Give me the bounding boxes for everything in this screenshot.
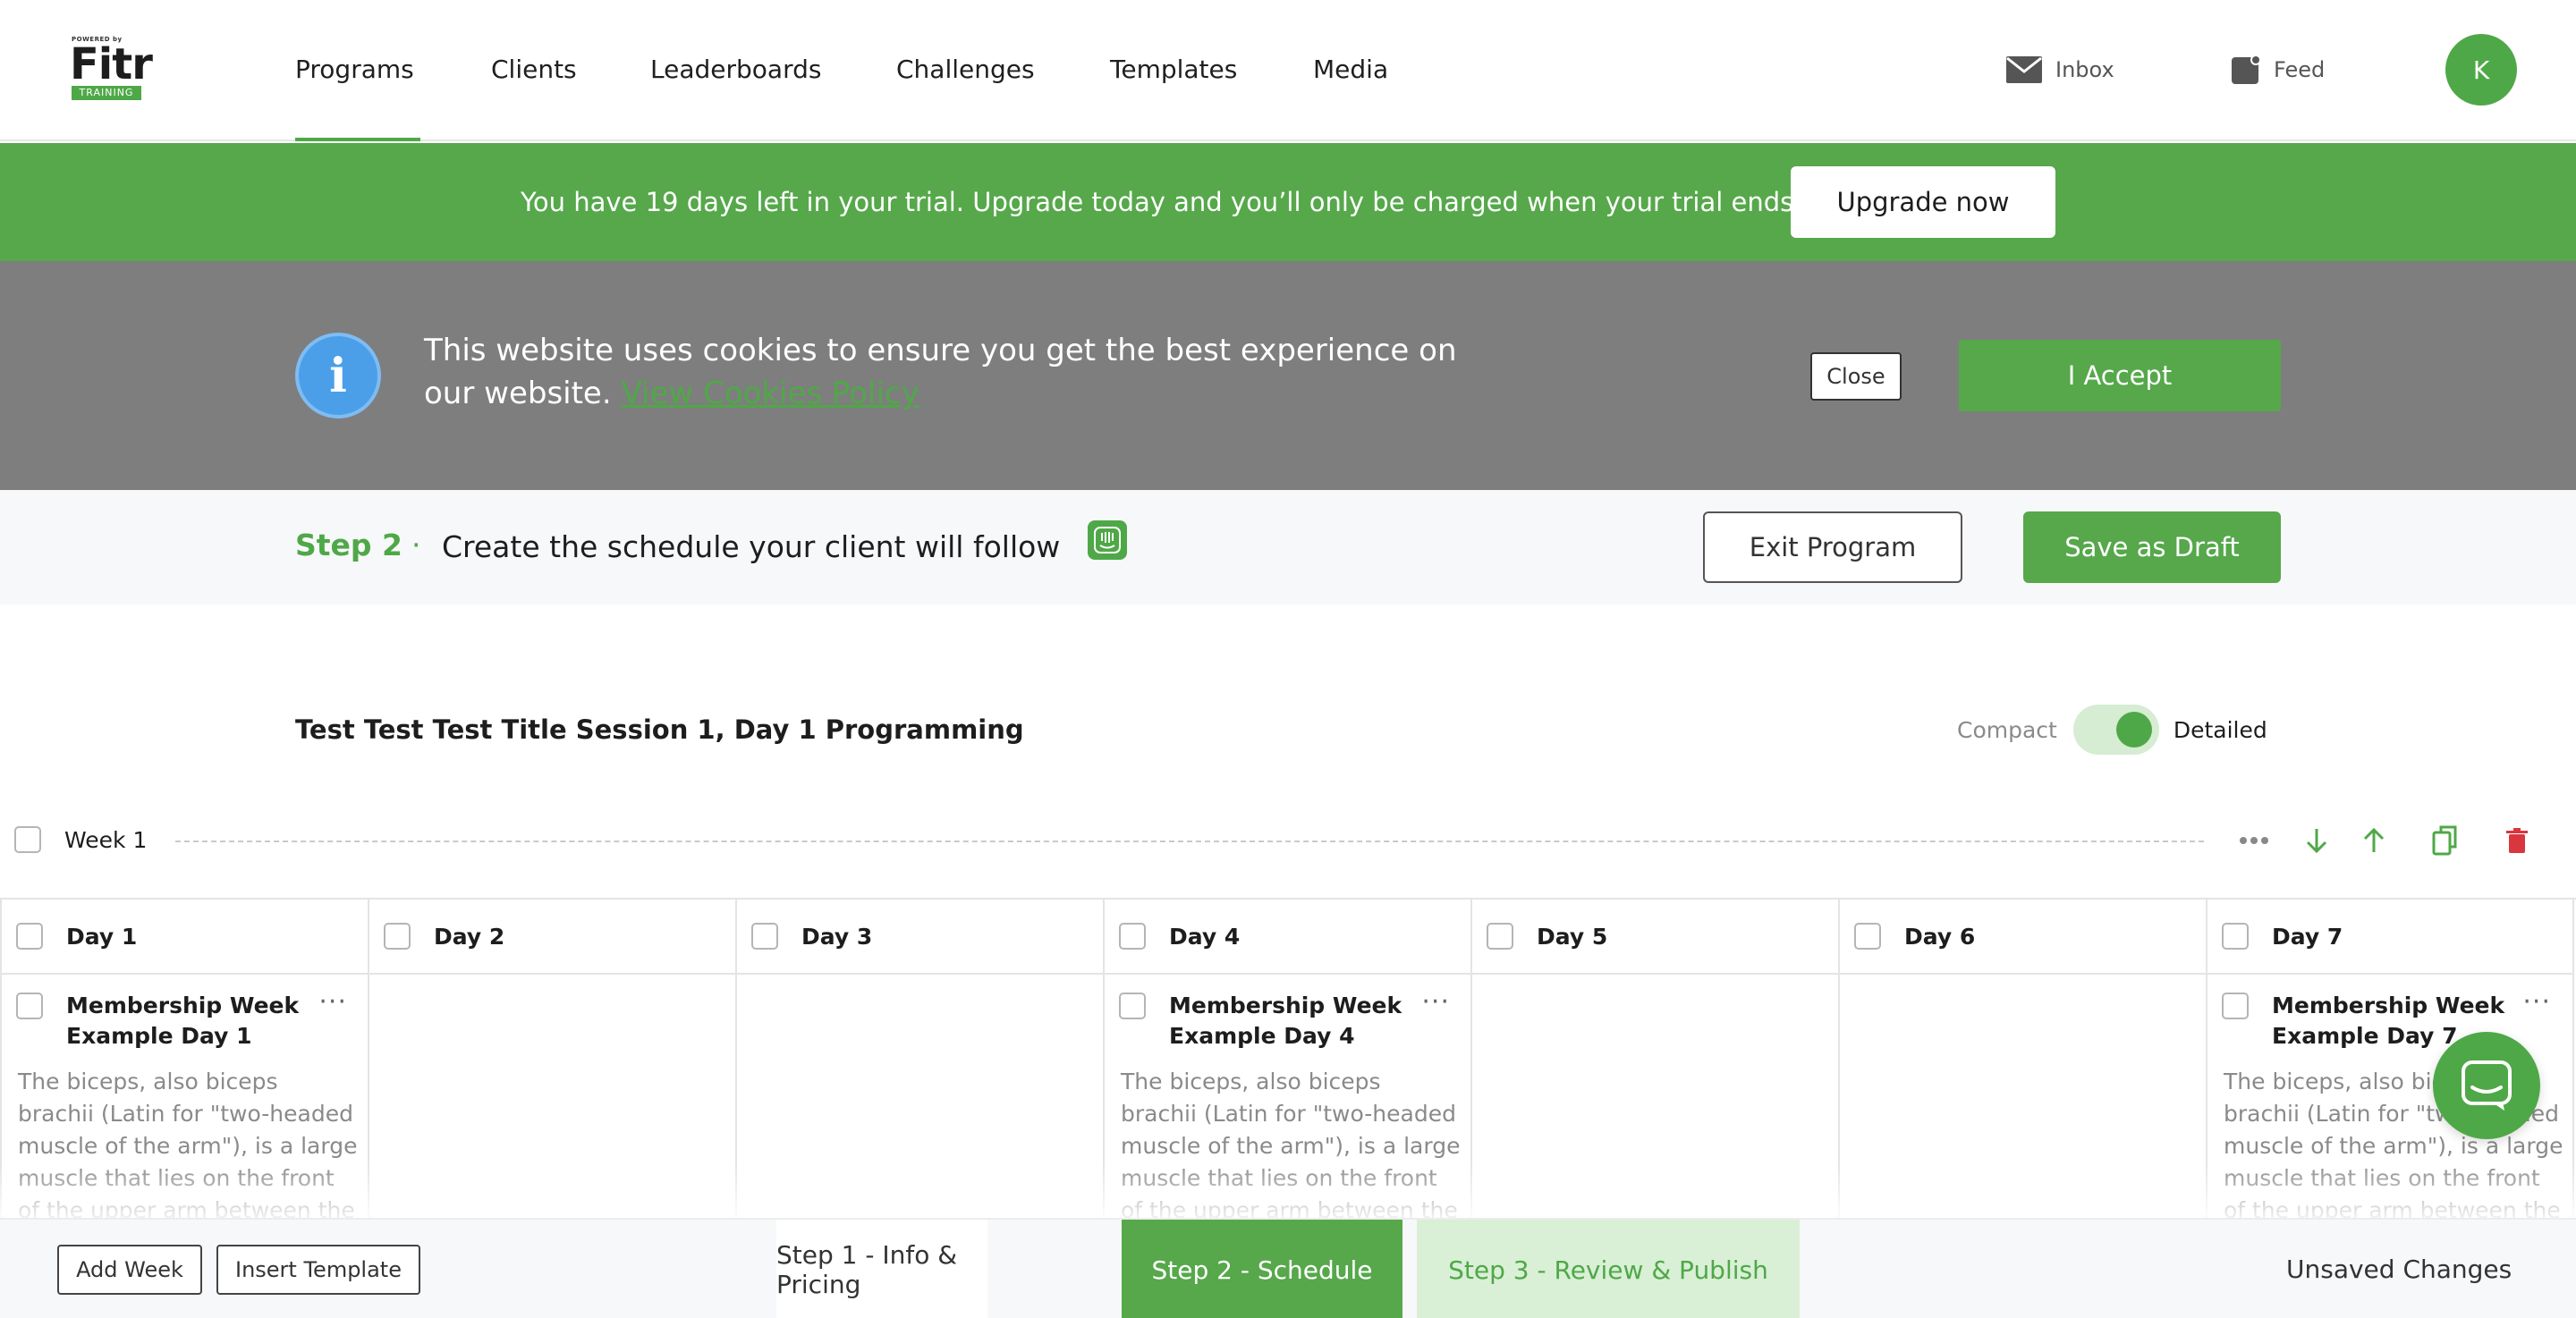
cookie-banner: i This website uses cookies to ensure yo… (0, 261, 2576, 490)
day-label: Day 5 (1537, 924, 1608, 950)
step-tab-info-pricing[interactable]: Step 1 - Info & Pricing (776, 1220, 987, 1318)
session-title: Membership Week Example Day 1 (66, 993, 300, 1049)
day-checkbox[interactable] (1119, 923, 1146, 950)
arrow-down-icon[interactable] (2299, 823, 2334, 858)
step-header: Step 2 · Create the schedule your client… (0, 490, 2576, 604)
fitr-logo[interactable]: POWERED by Fitr TRAINING (70, 36, 153, 100)
day-checkbox[interactable] (1487, 923, 1513, 950)
copy-icon[interactable] (2428, 823, 2463, 858)
day-checkbox[interactable] (1854, 923, 1881, 950)
compact-label[interactable]: Compact (1957, 717, 2057, 743)
day-header: Day 1 (2, 900, 369, 975)
cookie-close-button[interactable]: Close (1810, 352, 1902, 401)
day-label: Day 2 (434, 924, 505, 950)
day-checkbox[interactable] (2222, 923, 2249, 950)
info-icon: i (295, 333, 381, 418)
day-label: Day 7 (2272, 924, 2343, 950)
step-number: Step 2 (295, 528, 402, 562)
add-week-button[interactable]: Add Week (57, 1245, 202, 1295)
nav-templates[interactable]: Templates (1110, 52, 1237, 88)
day-label: Day 6 (1904, 924, 1976, 950)
step-title: Create the schedule your client will fol… (442, 529, 1061, 564)
step-tab-schedule[interactable]: Step 2 - Schedule (1122, 1220, 1402, 1318)
more-icon[interactable]: ··· (2522, 989, 2551, 1016)
nav-clients[interactable]: Clients (491, 52, 577, 88)
view-mode-toggle: Compact Detailed (1957, 703, 2267, 756)
switch-knob (2115, 712, 2152, 748)
view-mode-switch[interactable] (2072, 705, 2159, 755)
nav-leaderboards[interactable]: Leaderboards (650, 52, 821, 88)
day-checkbox[interactable] (384, 923, 411, 950)
day-label: Day 1 (66, 924, 138, 950)
week-divider (175, 841, 2204, 842)
day-header: Day 7 (2207, 900, 2572, 975)
step-separator: · (411, 528, 421, 562)
step-tab-review-publish[interactable]: Step 3 - Review & Publish (1417, 1220, 1800, 1318)
cookies-policy-link[interactable]: View Cookies Policy (621, 376, 919, 411)
user-avatar[interactable]: K (2445, 34, 2517, 106)
day-label: Day 4 (1169, 924, 1241, 950)
bottom-bar: Add Week Insert Template Step 1 - Info &… (0, 1218, 2576, 1318)
exit-program-button[interactable]: Exit Program (1703, 511, 1962, 583)
intercom-icon[interactable] (1088, 520, 1127, 560)
logo-training-tag: TRAINING (72, 86, 141, 100)
save-status: Unsaved Changes (2286, 1255, 2512, 1284)
day-header: Day 4 (1105, 900, 1471, 975)
arrow-up-icon[interactable] (2356, 823, 2392, 858)
nav-active-indicator (295, 138, 420, 141)
program-title: Test Test Test Title Session 1, Day 1 Pr… (295, 714, 1024, 745)
save-as-draft-button[interactable]: Save as Draft (2023, 511, 2281, 583)
day-checkbox[interactable] (16, 923, 43, 950)
cookie-accept-button[interactable]: I Accept (1959, 340, 2281, 411)
week-row: Week 1 (0, 805, 2576, 876)
session-checkbox[interactable] (1119, 993, 1146, 1019)
day-label: Day 3 (801, 924, 873, 950)
session-checkbox[interactable] (16, 993, 43, 1019)
trial-message: You have 19 days left in your trial. Upg… (521, 187, 1802, 217)
inbox-link[interactable]: Inbox (2005, 52, 2114, 88)
feed-icon (2231, 55, 2261, 85)
session-title: Membership Week Example Day 4 (1169, 993, 1402, 1049)
trash-icon[interactable] (2499, 823, 2535, 858)
more-icon[interactable]: ··· (318, 989, 347, 1016)
week-checkbox[interactable] (14, 826, 41, 853)
cookie-text: This website uses cookies to ensure you … (424, 333, 1457, 411)
nav-programs[interactable]: Programs (295, 52, 414, 88)
scroll-fade (0, 1162, 2576, 1220)
trial-banner: You have 19 days left in your trial. Upg… (0, 143, 2576, 261)
upgrade-now-button[interactable]: Upgrade now (1791, 166, 2055, 238)
envelope-icon (2005, 55, 2043, 84)
day-header: Day 6 (1840, 900, 2207, 975)
feed-link[interactable]: Feed (2231, 52, 2325, 88)
day-header: Day 5 (1472, 900, 1839, 975)
insert-template-button[interactable]: Insert Template (216, 1245, 420, 1295)
day-header: Day 3 (737, 900, 1104, 975)
chat-icon[interactable] (2433, 1032, 2540, 1139)
session-checkbox[interactable] (2222, 993, 2249, 1019)
feed-label: Feed (2274, 57, 2326, 82)
nav-challenges[interactable]: Challenges (896, 52, 1035, 88)
detailed-label[interactable]: Detailed (2174, 717, 2267, 743)
nav-media[interactable]: Media (1313, 52, 1388, 88)
inbox-label: Inbox (2055, 57, 2114, 82)
more-icon[interactable] (2236, 823, 2272, 858)
day-header: Day 2 (369, 900, 736, 975)
week-label: Week 1 (64, 827, 148, 853)
top-navigation: POWERED by Fitr TRAINING Programs Client… (0, 0, 2576, 141)
more-icon[interactable]: ··· (1421, 989, 1450, 1016)
logo-wordmark: Fitr (70, 39, 153, 89)
day-checkbox[interactable] (751, 923, 778, 950)
cookie-message: This website uses cookies to ensure you … (424, 329, 1462, 415)
